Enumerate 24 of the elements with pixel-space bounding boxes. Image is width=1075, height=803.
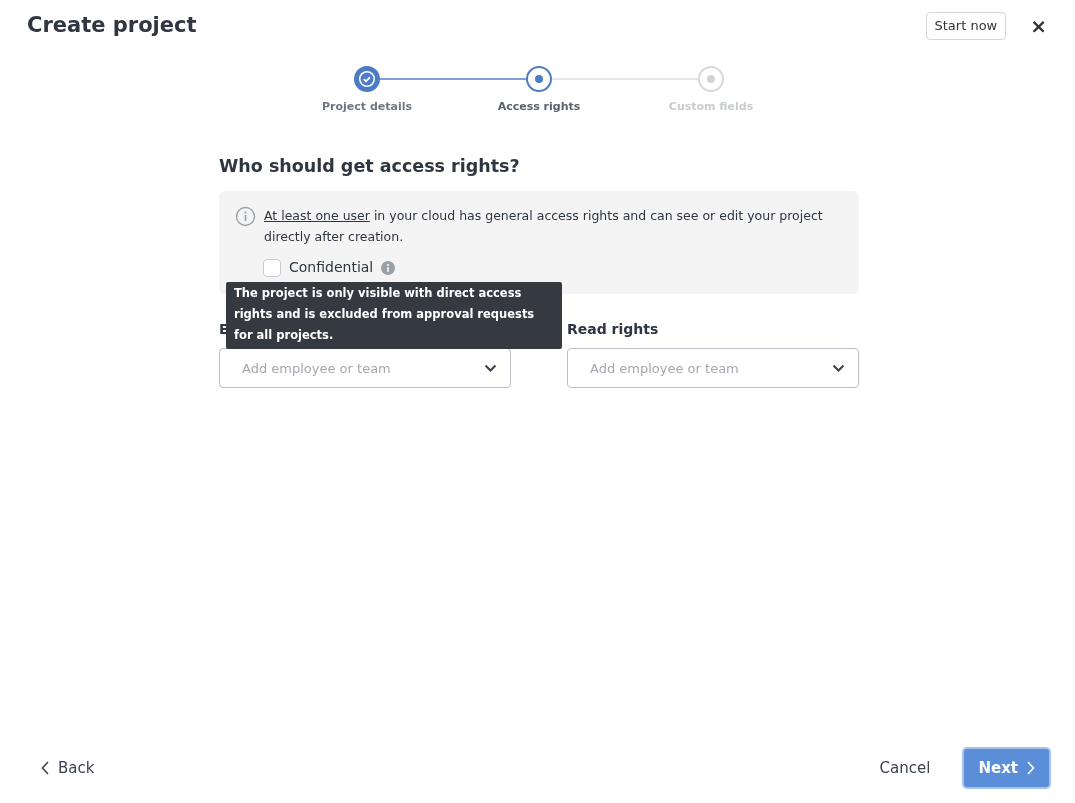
- close-button[interactable]: ×: [1026, 15, 1051, 36]
- dialog-title: Create project: [27, 13, 198, 39]
- field-label: Read rights: [567, 320, 660, 340]
- checkbox-label: Confidential: [289, 258, 374, 278]
- start-now-button[interactable]: Start now: [925, 12, 1007, 40]
- notice-text: At least one user in your cloud has general access rights and can see or edit your project directly after creation.: [264, 207, 824, 247]
- step-label[interactable]: Access rights: [497, 98, 581, 115]
- section-heading: Who should get access rights?: [219, 155, 521, 178]
- info-icon[interactable]: [381, 260, 396, 275]
- employee-dropdown[interactable]: Add employee or team: [567, 348, 859, 389]
- step-indicator[interactable]: [354, 65, 380, 92]
- cancel-button[interactable]: Cancel: [865, 748, 945, 787]
- chevron-left-icon: [41, 760, 50, 775]
- user-link[interactable]: At least one user: [264, 208, 370, 224]
- back-button[interactable]: Back: [27, 748, 109, 787]
- info-icon: [235, 206, 256, 228]
- employee-dropdown[interactable]: Add employee or team: [219, 348, 511, 389]
- confidential-checkbox[interactable]: [263, 258, 281, 277]
- tooltip: The project is only visible with direct access rights and is excluded from approval requests for all projects.: [226, 282, 562, 350]
- step-label[interactable]: Project details: [322, 98, 412, 115]
- chevron-down-icon: [484, 364, 497, 373]
- step-indicator[interactable]: [526, 65, 552, 92]
- chevron-down-icon: [832, 364, 845, 373]
- chevron-right-icon: [1026, 760, 1035, 775]
